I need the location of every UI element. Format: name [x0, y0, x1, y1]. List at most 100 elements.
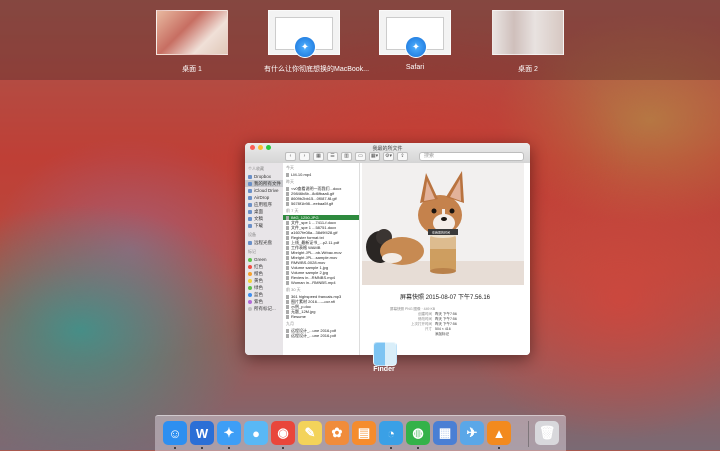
sidebar-tag-item[interactable]: 橙色 [245, 270, 283, 277]
space-desktop-1[interactable]: 桌面 1 [154, 10, 230, 74]
sidebar-tag-label: 橙色 [254, 271, 263, 276]
dock-separator [528, 421, 529, 447]
preview-title: 屏幕快照 2015-08-07 下午7.56.16 [399, 295, 491, 301]
downloads-icon [248, 223, 252, 228]
file-name: 远程设计_...une 2016.pdf [291, 333, 336, 338]
back-button[interactable]: ‹ [285, 151, 296, 161]
sidebar-item-airdrop[interactable]: AirDrop [245, 194, 283, 201]
notes-icon[interactable]: ✎ [298, 421, 322, 445]
file-section-heading: 今天 [286, 165, 294, 170]
tag-color-dot [248, 257, 252, 262]
safari-icon: ✦ [294, 36, 316, 58]
arrange-button[interactable]: ▦▾ [369, 151, 380, 161]
finder-window[interactable]: 我最的所文件 ‹ › ▦ ☰ ▥ ▭ ▦▾ ⚙▾ ⇪ 搜索 个人收藏 Dropb… [245, 143, 530, 355]
search-input[interactable]: 搜索 [419, 151, 524, 161]
sidebar-item-downloads[interactable]: 下载 [245, 222, 283, 229]
chrome-icon[interactable]: ◉ [271, 421, 295, 445]
sidebar-item-label: Dropbox [254, 174, 272, 179]
file-icon [286, 309, 289, 314]
sidebar-heading: 设备 [248, 232, 256, 237]
space-safari[interactable]: ✦ Safari [377, 10, 453, 71]
space-label: 桌面 2 [518, 66, 538, 73]
tag-color-dot [248, 292, 252, 297]
preview-image: 在我思的时间 [362, 163, 524, 285]
sidebar-item-icloud-drive[interactable]: iCloud Drive [245, 187, 283, 194]
desktop-icon [248, 209, 252, 214]
file-icon [286, 333, 289, 338]
view-column-button[interactable]: ▥ [341, 151, 352, 161]
space-label: Safari [405, 64, 425, 71]
space-label: 有什么让你彻底想换的MacBook... [264, 66, 370, 73]
space-safari-window[interactable]: ✦ 有什么让你彻底想换的MacBook... [264, 10, 370, 74]
ibooks-icon[interactable]: ▤ [352, 421, 376, 445]
tag-color-dot [248, 271, 252, 276]
sidebar-tag-label: 绿色 [254, 285, 263, 290]
info-value[interactable]: 添加标记 [435, 332, 449, 337]
file-icon [286, 240, 289, 245]
space-thumbnail: ✦ [379, 10, 451, 58]
window-titlebar[interactable]: 我最的所文件 ‹ › ▦ ☰ ▥ ▭ ▦▾ ⚙▾ ⇪ 搜索 [245, 143, 530, 164]
file-icon [286, 172, 289, 177]
file-icon [286, 201, 289, 206]
file-icon [286, 299, 289, 304]
preview-info: 屏幕快照 PNG 图像 · 449 KB 创建时间 昨天 下午7:56 修改时间 昨天 … [390, 307, 510, 337]
share-button[interactable]: ⇪ [397, 151, 408, 161]
sidebar-item-dropbox[interactable]: Dropbox [245, 173, 283, 180]
vlc-icon[interactable]: ▲ [487, 421, 511, 445]
wechat-icon[interactable]: ◍ [406, 421, 430, 445]
applications-icon [248, 202, 252, 207]
file-icon [286, 270, 289, 275]
sidebar-item-label: 远程光盘 [254, 240, 272, 245]
info-key [390, 332, 435, 337]
finder-icon[interactable]: ☺ [163, 421, 187, 445]
sidebar-tag-item[interactable]: 绿色 [245, 284, 283, 291]
sidebar-tag-item[interactable]: 黄色 [245, 277, 283, 284]
paw-icon[interactable]: ✈ [460, 421, 484, 445]
sidebar-tag-label: 所有标记... [254, 306, 276, 311]
sidebar-tag-item[interactable]: 红色 [245, 263, 283, 270]
file-name: Resume [291, 314, 306, 319]
sidebar-tag-item[interactable]: Green [245, 256, 283, 263]
sidebar-item-documents[interactable]: 文稿 [245, 215, 283, 222]
forward-button[interactable]: › [299, 151, 310, 161]
sidebar-item-remote-disc[interactable]: 远程光盘 [245, 239, 283, 246]
view-icon-button[interactable]: ▦ [313, 151, 324, 161]
preview-pane: 在我思的时间 屏幕快照 2015-08-07 下午7.56.16 屏幕快照 PN… [360, 163, 530, 355]
sidebar-item-desktop[interactable]: 桌面 [245, 208, 283, 215]
running-indicator [282, 447, 284, 449]
cloud-icon [248, 188, 252, 193]
sidebar-item-label: 我的所有文件 [254, 181, 281, 186]
sidebar-item-all-my-files[interactable]: 我的所有文件 [245, 180, 283, 187]
sidebar-tag-label: 紫色 [254, 299, 263, 304]
safari-icon[interactable]: ✦ [217, 421, 241, 445]
sidebar-item-applications[interactable]: 应用程序 [245, 201, 283, 208]
view-cover-button[interactable]: ▭ [355, 151, 366, 161]
action-button[interactable]: ⚙▾ [383, 151, 394, 161]
file-name: LM-10.mp4 [291, 172, 312, 177]
sidebar-tag-item[interactable]: 所有标记... [245, 305, 283, 312]
messages-icon[interactable]: ● [244, 421, 268, 445]
sidebar-tag-item[interactable]: 紫色 [245, 298, 283, 305]
sidebar-tag-item[interactable]: 蓝色 [245, 291, 283, 298]
file-icon [286, 225, 289, 230]
space-thumbnail [492, 10, 564, 55]
photos-icon[interactable]: ✿ [325, 421, 349, 445]
space-desktop-2[interactable]: 桌面 2 [490, 10, 566, 74]
file-icon [286, 230, 289, 235]
view-list-button[interactable]: ☰ [327, 151, 338, 161]
wps-icon[interactable]: W [190, 421, 214, 445]
file-icon [286, 275, 289, 280]
file-icon [286, 245, 289, 250]
file-section-heading: 昨天 [286, 179, 294, 184]
finder-sidebar: 个人收藏 Dropbox 我的所有文件 iCloud Drive AirDrop… [245, 163, 284, 355]
qq-icon[interactable]: ◔ [379, 421, 403, 445]
dog-photo: 在我思的时间 [362, 163, 524, 285]
trash-icon[interactable]: 🗑 [535, 421, 559, 445]
finder-icon[interactable] [373, 342, 397, 366]
space-thumbnail [156, 10, 228, 55]
preview-icon[interactable]: ▦ [433, 421, 457, 445]
running-indicator [390, 447, 392, 449]
file-list-item[interactable]: 远程设计_...une 2016.pdf [283, 333, 359, 338]
file-icon [286, 328, 289, 333]
space-label: 桌面 1 [182, 66, 202, 73]
